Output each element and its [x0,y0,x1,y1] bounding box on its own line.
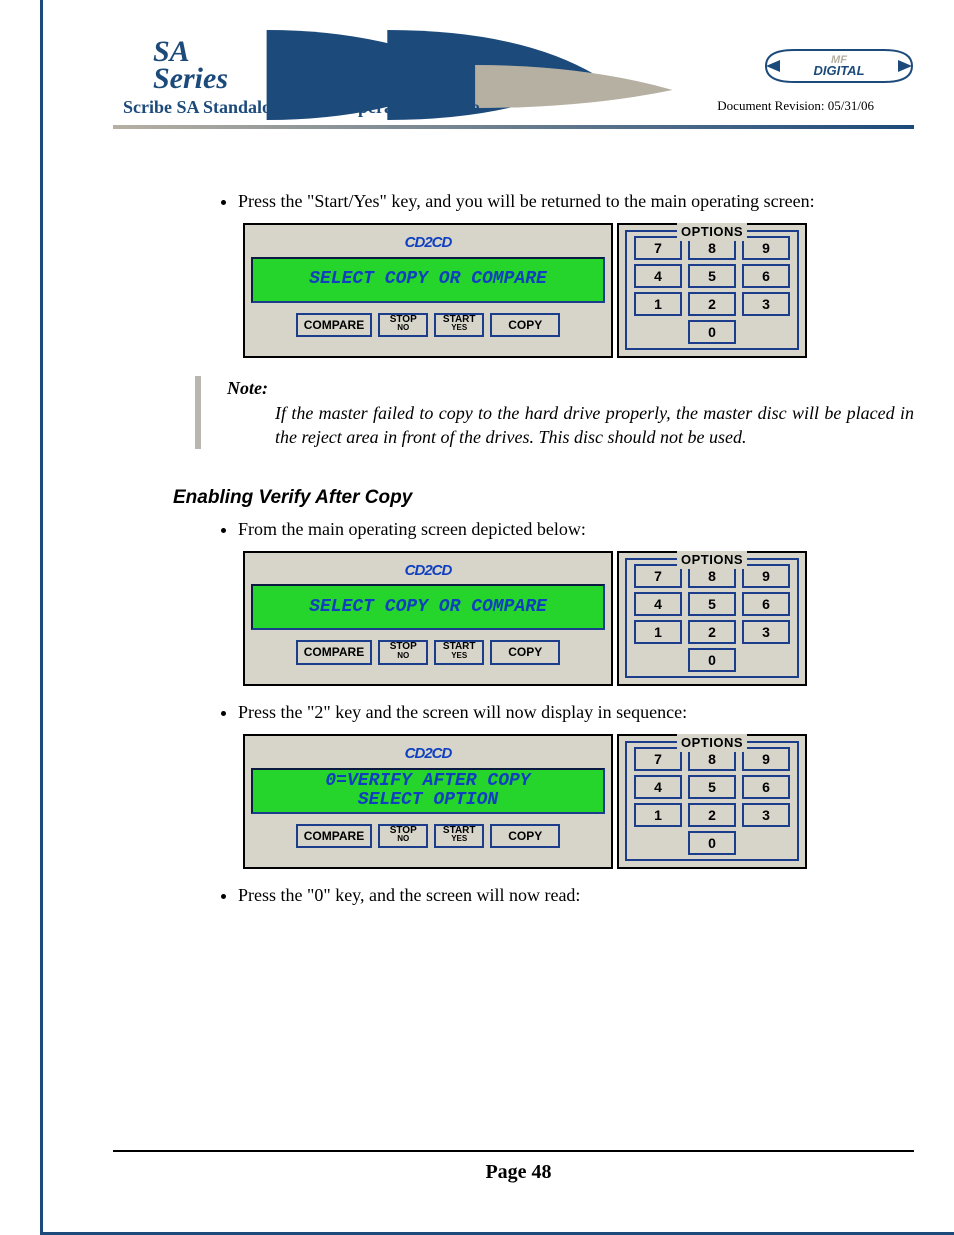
page-number: Page 48 [43,1161,954,1184]
key-0[interactable]: 0 [688,320,736,344]
lcd-line-1: SELECT COPY OR COMPARE [309,598,547,617]
bullet-text: Press the "Start/Yes" key, and you will … [238,189,914,213]
key-3[interactable]: 3 [742,620,790,644]
keypad-frame: 789 456 123 0 [625,558,799,678]
page-frame: SA Series MF DIGITAL Scribe SA Standalon… [40,0,954,1235]
lcd-line-1: SELECT COPY OR COMPARE [309,270,547,289]
cd2cd-label: CD2CD [251,557,605,581]
options-label: OPTIONS [677,551,747,569]
stop-no-button[interactable]: STOPNO [378,313,428,337]
start-yes-button[interactable]: STARTYES [434,313,484,337]
compare-button[interactable]: COMPARE [296,824,372,848]
key-6[interactable]: 6 [742,775,790,799]
key-2[interactable]: 2 [688,620,736,644]
options-label: OPTIONS [677,734,747,752]
cd2cd-label: CD2CD [251,229,605,253]
device-panel-1: CD2CD SELECT COPY OR COMPARE COMPARE STO… [243,223,914,358]
stop-no-button[interactable]: STOPNO [378,824,428,848]
note-label: Note: [227,378,268,398]
header-rule [113,125,914,129]
start-yes-button[interactable]: STARTYES [434,824,484,848]
bullet-text: From the main operating screen depicted … [238,517,914,541]
note-text: If the master failed to copy to the hard… [275,401,914,450]
key-6[interactable]: 6 [742,264,790,288]
options-label: OPTIONS [677,223,747,241]
keypad-frame: 789 456 123 0 [625,230,799,350]
revision-line: Document Revision: 05/31/06 [717,98,874,114]
key-2[interactable]: 2 [688,803,736,827]
note-bar [195,376,201,449]
key-0[interactable]: 0 [688,831,736,855]
keypad-frame: 789 456 123 0 [625,741,799,861]
lcd-line-1: 0=VERIFY AFTER COPY [325,772,530,791]
cd2cd-label: CD2CD [251,740,605,764]
body-content: Press the "Start/Yes" key, and you will … [113,189,914,908]
copy-button[interactable]: COPY [490,640,560,664]
compare-button[interactable]: COMPARE [296,640,372,664]
copy-button[interactable]: COPY [490,313,560,337]
key-1[interactable]: 1 [634,620,682,644]
key-0[interactable]: 0 [688,648,736,672]
key-3[interactable]: 3 [742,803,790,827]
logo-sa-text: SA [153,38,228,65]
compare-button[interactable]: COMPARE [296,313,372,337]
key-5[interactable]: 5 [688,592,736,616]
guide-title: Scribe SA Standalone Series Operator's G… [123,97,480,118]
key-7[interactable]: 7 [634,747,682,771]
key-3[interactable]: 3 [742,292,790,316]
section-heading: Enabling Verify After Copy [173,485,914,511]
device-panel-3: CD2CD 0=VERIFY AFTER COPY SELECT OPTION … [243,734,914,869]
key-4[interactable]: 4 [634,264,682,288]
key-7[interactable]: 7 [634,236,682,260]
key-4[interactable]: 4 [634,775,682,799]
key-7[interactable]: 7 [634,564,682,588]
key-9[interactable]: 9 [742,747,790,771]
key-5[interactable]: 5 [688,264,736,288]
footer-rule [113,1150,914,1152]
key-4[interactable]: 4 [634,592,682,616]
key-1[interactable]: 1 [634,292,682,316]
key-5[interactable]: 5 [688,775,736,799]
lcd-screen: SELECT COPY OR COMPARE [251,257,605,303]
lcd-screen: 0=VERIFY AFTER COPY SELECT OPTION [251,768,605,814]
header-banner: SA Series MF DIGITAL Scribe SA Standalon… [113,30,914,120]
key-2[interactable]: 2 [688,292,736,316]
mf-digital-logo: MF DIGITAL [764,48,914,84]
start-yes-button[interactable]: STARTYES [434,640,484,664]
copy-button[interactable]: COPY [490,824,560,848]
stop-no-button[interactable]: STOPNO [378,640,428,664]
svg-text:DIGITAL: DIGITAL [813,63,864,78]
lcd-line-2: SELECT OPTION [358,791,498,810]
key-6[interactable]: 6 [742,592,790,616]
bullet-text: Press the "0" key, and the screen will n… [238,883,914,907]
lcd-screen: SELECT COPY OR COMPARE [251,584,605,630]
device-panel-2: CD2CD SELECT COPY OR COMPARE COMPARE STO… [243,551,914,686]
logo-series-text: Series [153,65,228,92]
sa-series-logo: SA Series [153,38,228,92]
key-1[interactable]: 1 [634,803,682,827]
key-9[interactable]: 9 [742,564,790,588]
bullet-text: Press the "2" key and the screen will no… [238,700,914,724]
key-9[interactable]: 9 [742,236,790,260]
note-block: Note: If the master failed to copy to th… [203,376,914,449]
